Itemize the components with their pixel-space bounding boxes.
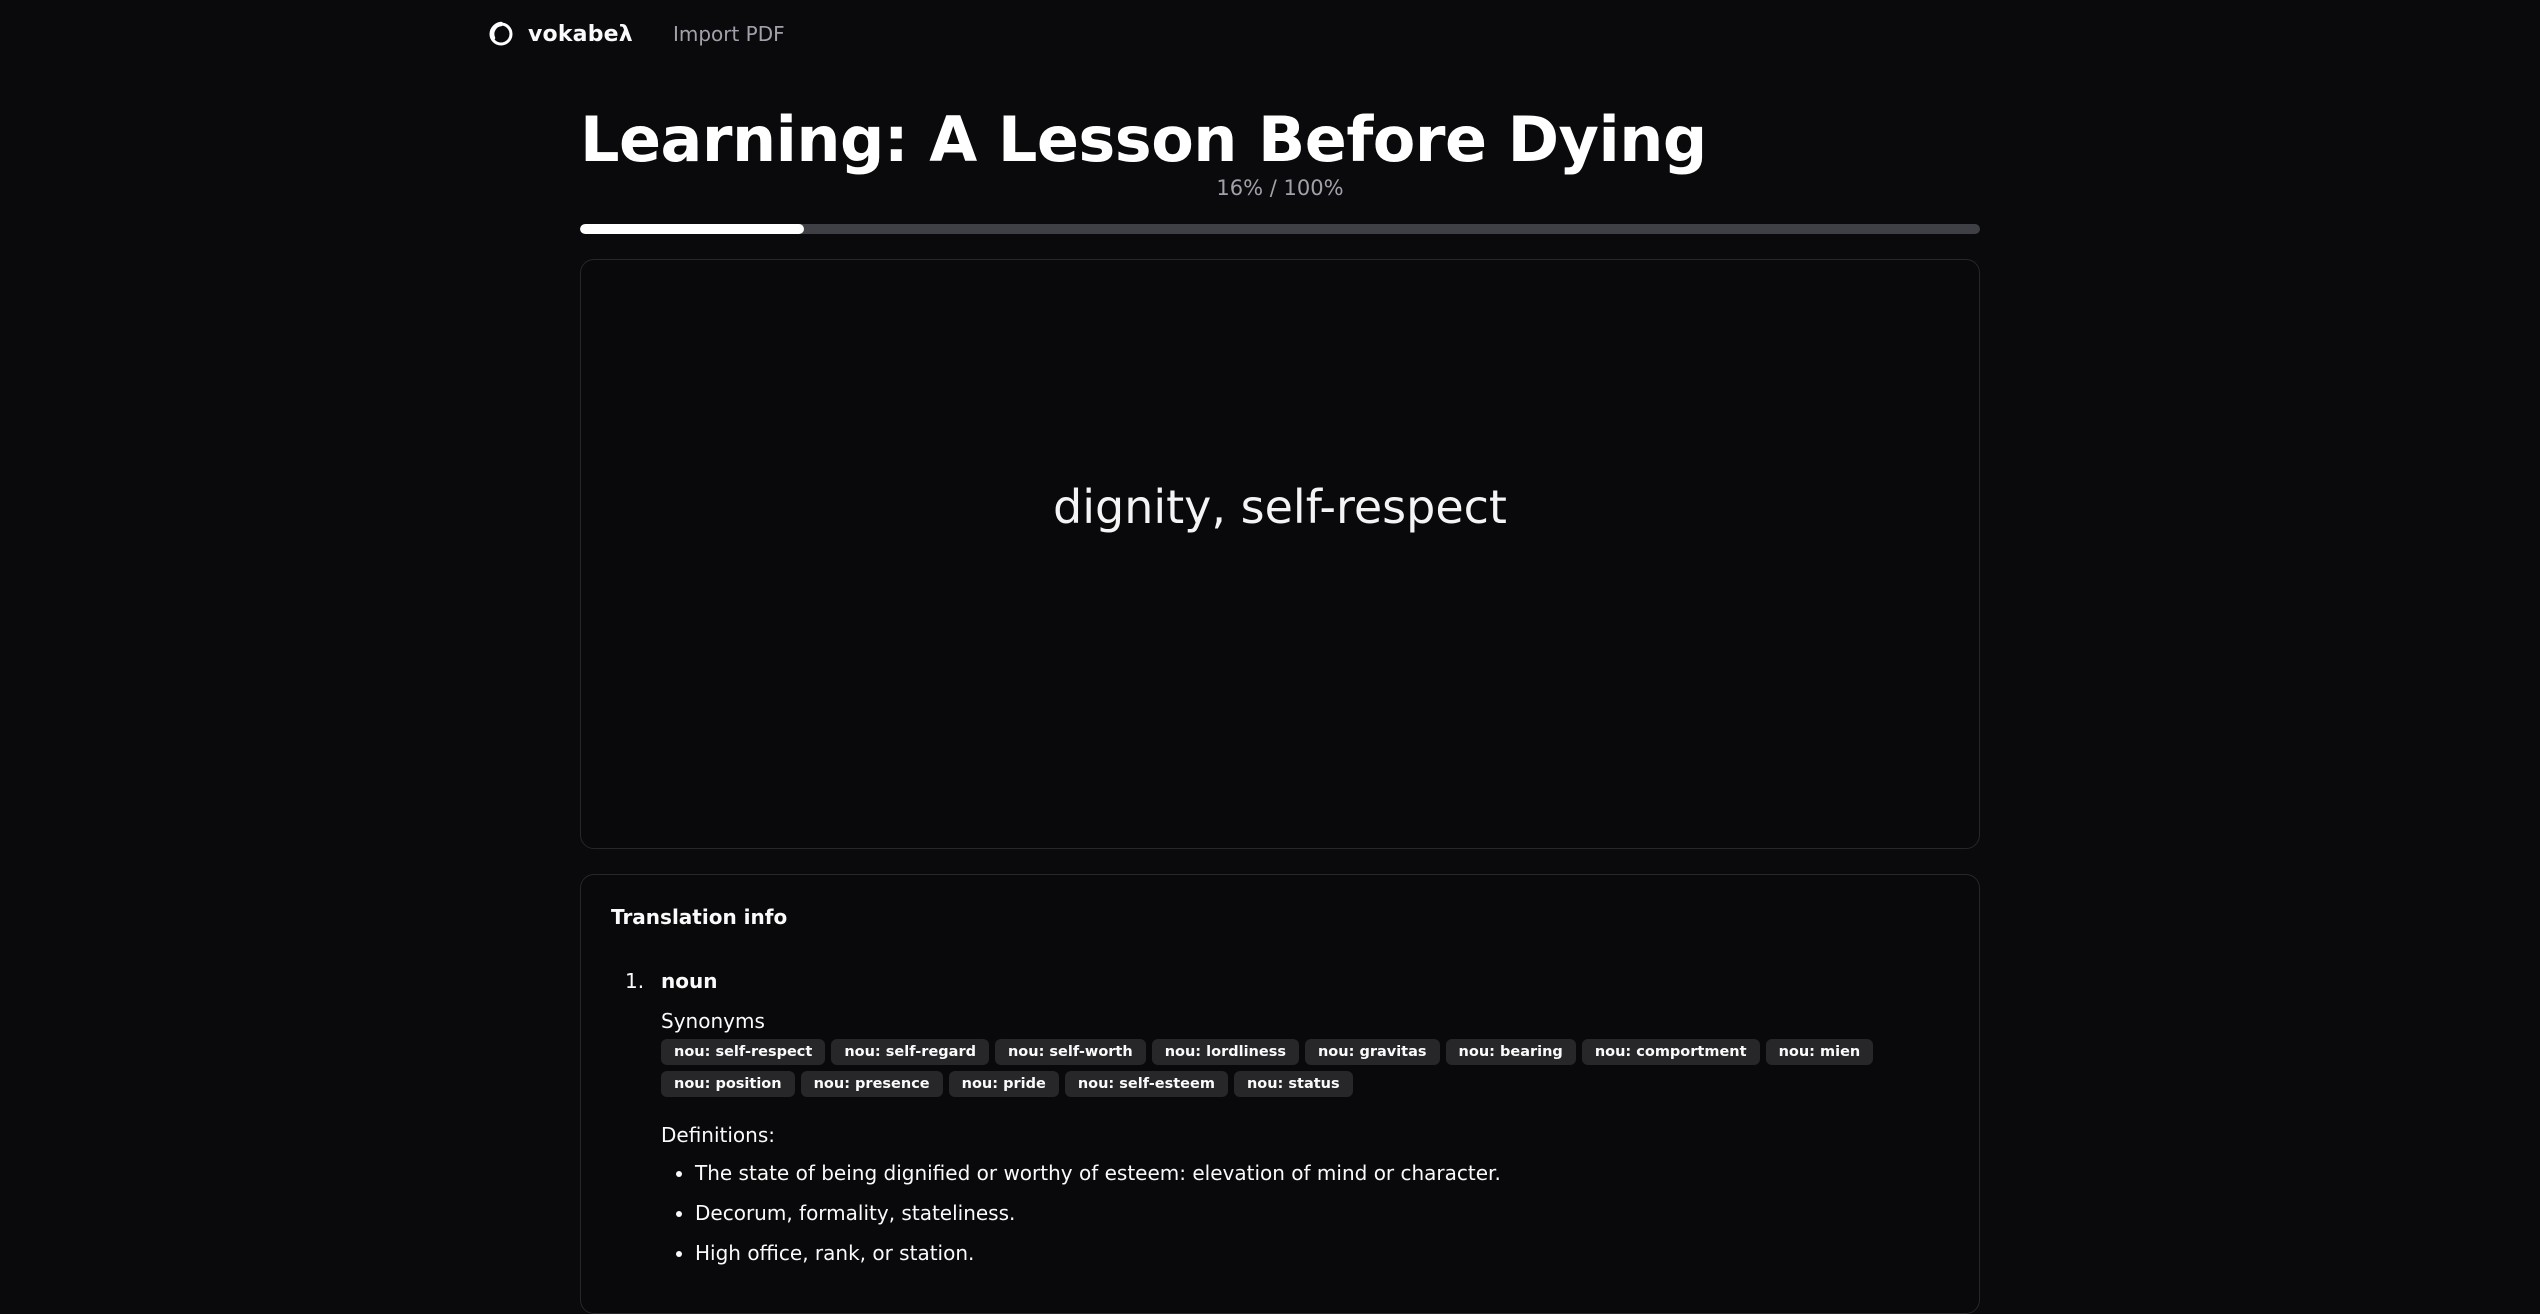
synonym-tag[interactable]: nou: self-regard	[831, 1039, 989, 1065]
synonym-tag[interactable]: nou: self-respect	[661, 1039, 826, 1065]
flash-card[interactable]: dignity, self-respect	[580, 259, 1980, 849]
synonym-tag[interactable]: nou: presence	[800, 1071, 943, 1097]
page-title: Learning: A Lesson Before Dying	[580, 103, 1707, 176]
synonyms-label: Synonyms	[661, 1009, 765, 1033]
brand-name: vokabeλ	[528, 21, 633, 47]
brand-home-link[interactable]: vokabeλ	[488, 21, 633, 47]
translation-info-title: Translation info	[611, 905, 788, 929]
synonym-tag[interactable]: nou: self-worth	[994, 1039, 1146, 1065]
synonym-tag[interactable]: nou: bearing	[1445, 1039, 1576, 1065]
import-pdf-link[interactable]: Import PDF	[673, 22, 785, 46]
synonym-tags: nou: self-respect nou: self-regard nou: …	[661, 1039, 1881, 1103]
synonym-tag[interactable]: nou: self-esteem	[1064, 1071, 1228, 1097]
top-nav: vokabeλ Import PDF	[488, 16, 785, 52]
synonym-tag[interactable]: nou: lordliness	[1151, 1039, 1299, 1065]
translation-info-panel: Translation info 1. noun Synonyms nou: s…	[580, 874, 1980, 1314]
synonym-tag[interactable]: nou: position	[661, 1071, 795, 1097]
progress-bar-fill	[580, 224, 804, 234]
synonym-tag[interactable]: nou: mien	[1765, 1039, 1874, 1065]
brand-logo-icon	[488, 21, 514, 47]
definition-item: High office, rank, or station.	[695, 1239, 1951, 1267]
synonym-tag[interactable]: nou: pride	[948, 1071, 1059, 1097]
synonym-tag[interactable]: nou: comportment	[1581, 1039, 1760, 1065]
synonym-tag[interactable]: nou: status	[1233, 1071, 1353, 1097]
synonym-tag[interactable]: nou: gravitas	[1304, 1039, 1440, 1065]
sense-number: 1.	[625, 969, 645, 993]
definitions-label: Definitions:	[661, 1123, 776, 1147]
progress-label: 16% / 100%	[1216, 176, 1344, 200]
part-of-speech: noun	[661, 969, 718, 993]
definition-item: Decorum, formality, stateliness.	[695, 1199, 1951, 1227]
definition-item: The state of being dignified or worthy o…	[695, 1159, 1951, 1187]
flash-card-term: dignity, self-respect	[1053, 480, 1507, 534]
progress-bar	[580, 224, 1980, 234]
definitions-list: The state of being dignified or worthy o…	[661, 1159, 1951, 1267]
sense-body: noun Synonyms nou: self-respect nou: sel…	[661, 967, 1951, 1279]
